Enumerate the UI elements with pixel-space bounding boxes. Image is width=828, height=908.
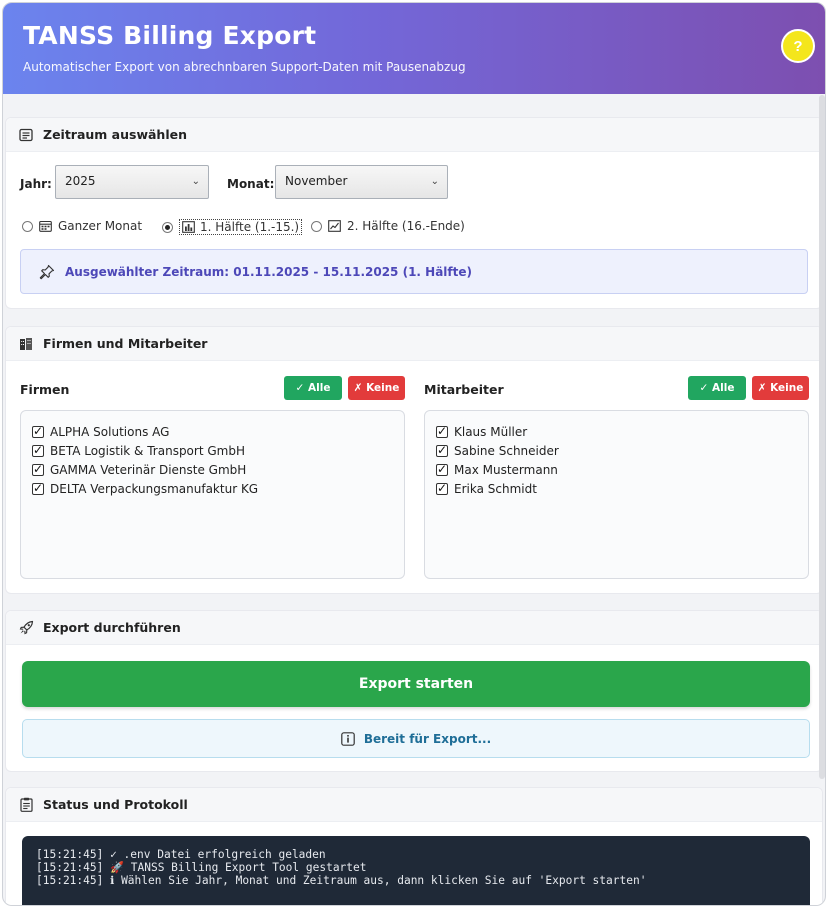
employee-item[interactable]: Klaus Müller <box>436 422 797 441</box>
radio-button[interactable] <box>311 220 322 232</box>
employee-label: Sabine Schneider <box>454 443 559 458</box>
employees-select-all-button[interactable]: ✓ Alle <box>688 376 746 400</box>
calendar-list-icon <box>18 127 34 143</box>
app-window: TANSS Billing Export Automatischer Expor… <box>2 2 826 906</box>
checkbox-checked[interactable] <box>32 424 44 438</box>
export-status-box: Bereit für Export... <box>22 719 810 758</box>
export-card: Export durchführen Export starten Bereit… <box>5 610 823 772</box>
chevron-down-icon: ⌄ <box>191 176 200 187</box>
firm-label: BETA Logistik & Transport GmbH <box>50 443 245 458</box>
checkbox-checked[interactable] <box>436 462 448 476</box>
employees-title: Mitarbeiter <box>424 382 504 397</box>
log-card: Status und Protokoll [15:21:45] ✓ .env D… <box>5 787 823 905</box>
export-status-text: Bereit für Export... <box>363 731 492 746</box>
help-button[interactable]: ? <box>781 29 815 63</box>
log-line: [15:21:45] ℹ Wählen Sie Jahr, Monat und … <box>36 874 647 887</box>
firms-title: Firmen <box>20 382 70 397</box>
period-card: Zeitraum auswählen Jahr: 2025 ⌄ Monat: N… <box>5 117 823 309</box>
checkbox-checked[interactable] <box>436 424 448 438</box>
month-select[interactable]: November ⌄ <box>275 165 448 199</box>
firm-label: ALPHA Solutions AG <box>50 424 170 439</box>
radio-full-month[interactable]: Ganzer Monat <box>22 219 142 233</box>
firms-select-all-button[interactable]: ✓ Alle <box>284 376 342 400</box>
export-start-button[interactable]: Export starten <box>22 661 810 707</box>
bar-chart-icon <box>182 221 195 233</box>
clipboard-icon <box>18 797 34 813</box>
firm-item[interactable]: GAMMA Veterinär Dienste GmbH <box>32 460 393 479</box>
year-select[interactable]: 2025 ⌄ <box>55 165 209 199</box>
companies-card: Firmen und Mitarbeiter Firmen ✓ Alle ✗ K… <box>5 326 823 594</box>
selected-period-text: Ausgewählter Zeitraum: 01.11.2025 - 15.1… <box>65 264 472 279</box>
rocket-icon <box>18 620 34 636</box>
info-icon <box>341 731 355 746</box>
employees-select-none-button[interactable]: ✗ Keine <box>752 376 809 400</box>
checkbox-checked[interactable] <box>32 462 44 476</box>
checkbox-checked[interactable] <box>436 481 448 495</box>
radio-button[interactable] <box>22 220 33 232</box>
companies-header: Firmen und Mitarbeiter <box>6 327 822 361</box>
year-select-value: 2025 <box>65 174 96 188</box>
app-header: TANSS Billing Export Automatischer Expor… <box>3 3 825 94</box>
employees-list: Klaus Müller Sabine Schneider Max Muster… <box>424 410 809 579</box>
chevron-down-icon: ⌄ <box>430 176 439 187</box>
radio-full-month-label: Ganzer Monat <box>58 219 143 233</box>
firm-item[interactable]: ALPHA Solutions AG <box>32 422 393 441</box>
export-section-title: Export durchführen <box>43 620 181 635</box>
export-header: Export durchführen <box>6 611 822 645</box>
period-section-title: Zeitraum auswählen <box>43 127 187 142</box>
pushpin-icon <box>39 264 55 280</box>
firm-item[interactable]: BETA Logistik & Transport GmbH <box>32 441 393 460</box>
month-select-value: November <box>285 174 348 188</box>
employee-label: Max Mustermann <box>454 462 558 477</box>
log-line: [15:21:45] 🚀 TANSS Billing Export Tool g… <box>36 861 367 874</box>
log-console: [15:21:45] ✓ .env Datei erfolgreich gela… <box>22 836 810 905</box>
firms-select-none-button[interactable]: ✗ Keine <box>348 376 405 400</box>
radio-first-half-label: 1. Hälfte (1.-15.) <box>200 220 300 234</box>
checkbox-checked[interactable] <box>32 443 44 457</box>
radio-first-half-focus: 1. Hälfte (1.-15.) <box>179 219 303 235</box>
calendar-icon <box>39 220 52 232</box>
period-header: Zeitraum auswählen <box>6 118 822 152</box>
employee-item[interactable]: Sabine Schneider <box>436 441 797 460</box>
checkbox-checked[interactable] <box>32 481 44 495</box>
employee-label: Klaus Müller <box>454 424 528 439</box>
companies-section-title: Firmen und Mitarbeiter <box>43 336 208 351</box>
scrollbar[interactable] <box>819 95 825 779</box>
month-label: Monat: <box>227 177 275 191</box>
app-subtitle: Automatischer Export von abrechnbaren Su… <box>23 60 466 74</box>
firm-label: DELTA Verpackungsmanufaktur KG <box>50 481 259 496</box>
radio-second-half-label: 2. Hälfte (16.-Ende) <box>347 219 465 233</box>
line-chart-icon <box>328 220 341 232</box>
radio-second-half[interactable]: 2. Hälfte (16.-Ende) <box>311 219 465 233</box>
log-line: [15:21:45] ✓ .env Datei erfolgreich gela… <box>36 848 326 861</box>
year-label: Jahr: <box>20 177 52 191</box>
firm-item[interactable]: DELTA Verpackungsmanufaktur KG <box>32 479 393 498</box>
building-icon <box>18 336 34 352</box>
employee-item[interactable]: Erika Schmidt <box>436 479 797 498</box>
log-header: Status und Protokoll <box>6 788 822 822</box>
checkbox-checked[interactable] <box>436 443 448 457</box>
log-section-title: Status und Protokoll <box>43 797 188 812</box>
employee-item[interactable]: Max Mustermann <box>436 460 797 479</box>
app-title: TANSS Billing Export <box>23 21 317 50</box>
radio-first-half[interactable]: 1. Hälfte (1.-15.) <box>162 219 303 235</box>
firms-list: ALPHA Solutions AG BETA Logistik & Trans… <box>20 410 405 579</box>
radio-button-selected[interactable] <box>162 221 173 233</box>
selected-period-info: Ausgewählter Zeitraum: 01.11.2025 - 15.1… <box>20 249 808 294</box>
employee-label: Erika Schmidt <box>454 481 537 496</box>
firm-label: GAMMA Veterinär Dienste GmbH <box>50 462 247 477</box>
